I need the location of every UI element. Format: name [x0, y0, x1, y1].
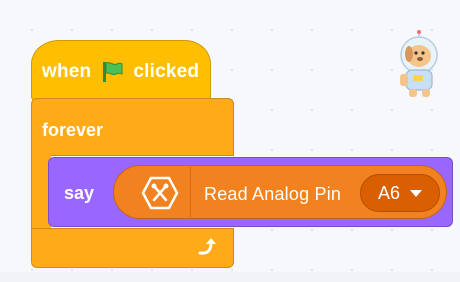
- when-flag-clicked-label: when clicked: [42, 60, 199, 84]
- chevron-down-icon: [410, 189, 423, 197]
- read-analog-pin-label: Read Analog Pin: [204, 184, 342, 204]
- clicked-text: clicked: [133, 61, 200, 82]
- pin-dropdown[interactable]: A6: [360, 174, 440, 212]
- forever-label: forever: [42, 120, 104, 140]
- say-label: say: [64, 183, 95, 203]
- astronaut-dog-sprite: [400, 30, 438, 97]
- bottom-strip: [0, 272, 460, 282]
- pin-dropdown-value: A6: [377, 182, 401, 203]
- loop-arrow-icon: [198, 238, 216, 255]
- green-flag-icon: [103, 62, 123, 82]
- arduino-extension-icon: [133, 173, 187, 213]
- reporter-divider: [190, 165, 191, 219]
- when-text: when: [42, 61, 92, 82]
